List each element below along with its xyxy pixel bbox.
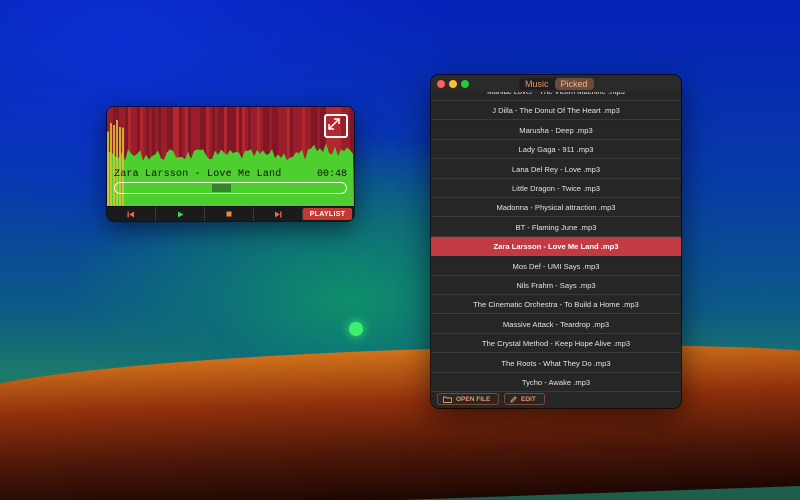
viz-stripe <box>206 107 209 162</box>
track-row-selected[interactable]: Zara Larsson - Love Me Land .mp3 <box>431 237 681 257</box>
titlebar: Music Picked <box>431 75 681 92</box>
expand-icon <box>328 118 340 130</box>
stop-icon <box>226 211 232 217</box>
viz-stripe <box>290 107 293 162</box>
track-row[interactable]: Madonna - Physical attraction .mp3 <box>431 198 681 218</box>
viz-peak <box>119 127 121 207</box>
viz-peak <box>107 131 109 207</box>
progress-bar[interactable] <box>114 182 347 194</box>
viz-stripe <box>287 107 290 162</box>
playlist-window: Music Picked Maniac Lover - The Victim M… <box>431 75 681 408</box>
stop-button[interactable] <box>205 207 254 221</box>
viz-stripe <box>146 107 149 162</box>
track-row[interactable]: The Crystal Method - Keep Hope Alive .mp… <box>431 334 681 354</box>
track-row[interactable]: BT - Flaming June .mp3 <box>431 217 681 237</box>
track-list: Maniac Lover - The Victim Machine .mp3J … <box>431 92 681 392</box>
track-row[interactable]: Maniac Lover - The Victim Machine .mp3 <box>431 92 681 101</box>
player-controls: PLAYLIST <box>107 206 354 221</box>
viz-peak <box>116 119 118 207</box>
play-icon <box>177 211 183 217</box>
track-row[interactable]: Little Dragon - Twice .mp3 <box>431 179 681 198</box>
progress-knob[interactable] <box>212 184 231 192</box>
viz-peak <box>122 127 124 207</box>
track-row[interactable]: Nils Frahm - Says .mp3 <box>431 276 681 295</box>
now-playing-title: Zara Larsson - Love Me Land <box>114 169 282 180</box>
playlist-button[interactable]: PLAYLIST <box>303 208 352 220</box>
skip-forward-icon <box>275 211 282 217</box>
tab-music[interactable]: Music <box>519 78 555 90</box>
skip-back-icon <box>127 211 134 217</box>
viz-stripe <box>182 107 185 162</box>
track-row[interactable]: J Dilla - The Donut Of The Heart .mp3 <box>431 101 681 121</box>
viz-stripe <box>266 107 269 162</box>
track-row[interactable]: Massive Attack - Teardrop .mp3 <box>431 314 681 334</box>
viz-stripe <box>161 107 164 162</box>
viz-peak <box>110 123 112 207</box>
viz-peak <box>113 125 115 207</box>
viz-stripe <box>176 107 179 162</box>
open-file-label: OPEN FILE <box>456 395 491 403</box>
tab-picked[interactable]: Picked <box>554 78 594 90</box>
open-file-button[interactable]: OPEN FILE <box>437 393 499 405</box>
viz-stripe <box>134 107 137 162</box>
close-window-button[interactable] <box>437 80 445 88</box>
edit-label: EDIT <box>521 395 536 403</box>
zoom-window-button[interactable] <box>461 80 469 88</box>
pencil-icon <box>510 395 517 403</box>
viz-stripe <box>149 107 152 162</box>
viz-stripe <box>152 107 155 162</box>
viz-stripe <box>143 107 146 162</box>
previous-button[interactable] <box>107 207 156 221</box>
wallpaper-sun <box>349 322 363 336</box>
minimize-window-button[interactable] <box>449 80 457 88</box>
viz-stripe <box>209 107 212 162</box>
next-button[interactable] <box>254 207 303 221</box>
track-row[interactable]: Marusha - Deep .mp3 <box>431 120 681 140</box>
edit-button[interactable]: EDIT <box>504 393 545 405</box>
viz-stripe <box>275 107 278 162</box>
elapsed-time: 00:48 <box>316 169 347 180</box>
viz-stripe <box>284 107 287 162</box>
playlist-footer: OPEN FILE EDIT <box>431 392 681 408</box>
source-tabs: Music Picked <box>519 78 594 90</box>
track-row[interactable]: Lady Gaga - 911 .mp3 <box>431 140 681 160</box>
track-row[interactable]: Mos Def - UMI Says .mp3 <box>431 256 681 276</box>
viz-stripe <box>281 107 284 162</box>
play-button[interactable] <box>156 207 205 221</box>
viz-stripe <box>278 107 281 162</box>
track-row[interactable]: The Cinematic Orchestra - To Build a Hom… <box>431 295 681 315</box>
track-row[interactable]: Tycho - Awake .mp3 <box>431 373 681 392</box>
expand-button[interactable] <box>324 114 348 138</box>
viz-stripe <box>179 107 182 162</box>
folder-open-icon <box>443 396 452 403</box>
track-row[interactable]: Lana Del Rey - Love .mp3 <box>431 159 681 179</box>
mini-player-window: Zara Larsson - Love Me Land 00:48 PLAYLI… <box>107 107 354 221</box>
track-row[interactable]: The Roots - What They Do .mp3 <box>431 353 681 373</box>
viz-stripe <box>353 107 354 162</box>
